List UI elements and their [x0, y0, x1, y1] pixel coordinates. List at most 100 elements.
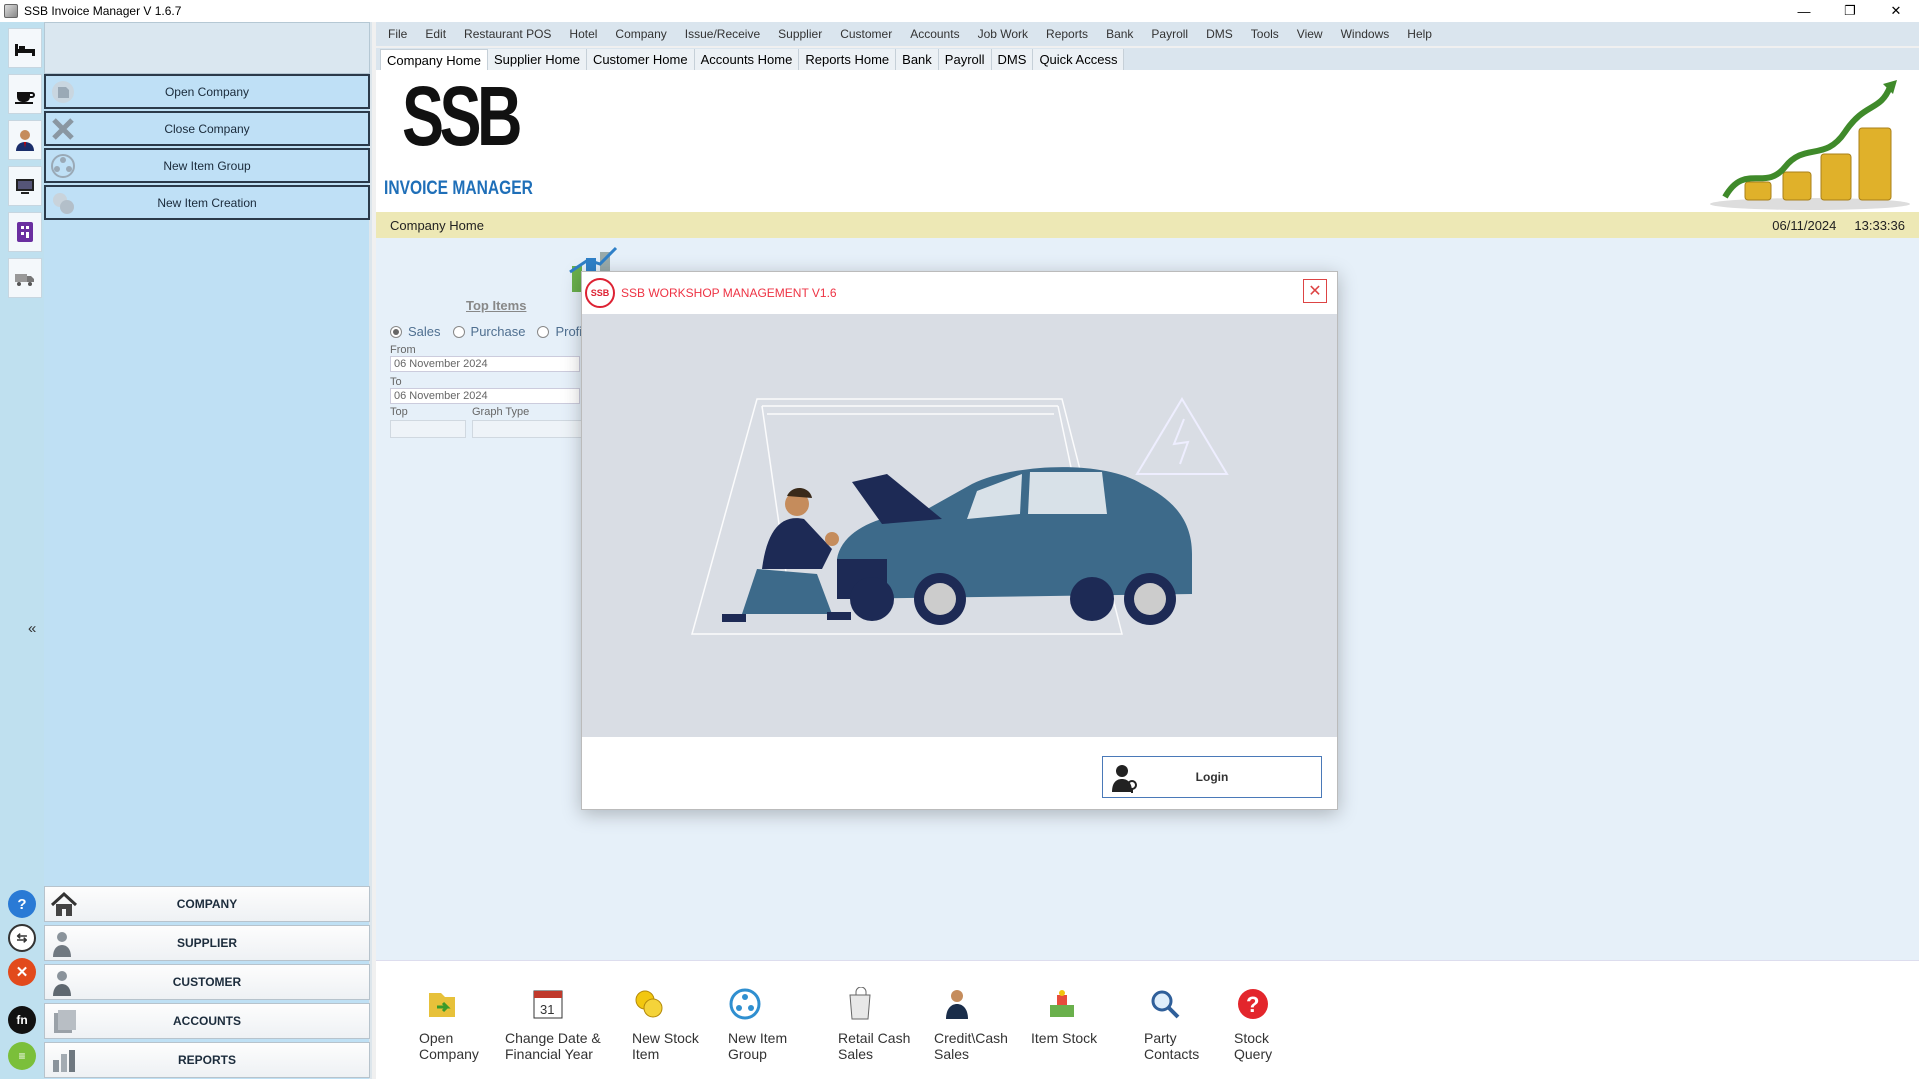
dialog-header: SSB SSB WORKSHOP MANAGEMENT V1.6 ✕ [582, 272, 1337, 314]
customer-module-button[interactable] [8, 120, 42, 160]
qa-party-contacts-line1: Party [1144, 1030, 1177, 1046]
login-button[interactable]: Login [1102, 756, 1322, 798]
tab-quick-access[interactable]: Quick Access [1033, 49, 1125, 70]
to-date-picker[interactable]: 06 November 2024 [390, 388, 580, 404]
close-button[interactable]: ✕ [1873, 0, 1919, 22]
pos-module-button[interactable] [8, 166, 42, 206]
vehicle-module-button[interactable] [8, 258, 42, 298]
new-item-creation-button[interactable]: New Item Creation [44, 185, 370, 220]
qa-change-date-line2: Financial Year [505, 1046, 593, 1062]
qa-party-contacts[interactable]: Party Contacts [1144, 987, 1199, 1062]
menu-dms[interactable]: DMS [1206, 27, 1233, 41]
top-items-link[interactable]: Top Items [466, 298, 526, 313]
menu-file[interactable]: File [388, 27, 407, 41]
menu-bank[interactable]: Bank [1106, 27, 1133, 41]
menu-payroll[interactable]: Payroll [1151, 27, 1188, 41]
radio-dot[interactable] [537, 325, 550, 338]
menu-hotel[interactable]: Hotel [569, 27, 597, 41]
help-icon[interactable]: ? [8, 890, 36, 918]
function-icon[interactable]: fn [8, 1006, 36, 1034]
collapse-panel-button[interactable]: « [28, 620, 36, 637]
minimize-button[interactable]: — [1781, 0, 1827, 22]
title-bar: SSB Invoice Manager V 1.6.7 — ❐ ✕ [0, 0, 1919, 22]
folder-arrow-icon [429, 993, 455, 1017]
radio-purchase[interactable]: Purchase [452, 324, 525, 339]
exit-icon[interactable]: ✕ [8, 958, 36, 986]
qa-retail-cash-sales[interactable]: Retail Cash Sales [838, 986, 910, 1062]
menu-reports[interactable]: Reports [1046, 27, 1088, 41]
radio-sales[interactable]: Sales [390, 324, 441, 339]
qa-retail-cash-sales-line2: Sales [838, 1046, 874, 1062]
svg-text:31: 31 [540, 1002, 554, 1017]
tab-payroll[interactable]: Payroll [938, 49, 992, 70]
qa-change-date[interactable]: 31 Change Date & Financial Year [505, 987, 601, 1062]
radio-dot[interactable] [390, 325, 402, 338]
to-label: To [390, 376, 402, 388]
logo-main-text: SSB [402, 69, 523, 163]
hotel-module-button[interactable] [8, 28, 42, 68]
qa-new-item-group[interactable]: New Item Group [728, 987, 787, 1062]
qa-open-company[interactable]: Open Company [419, 987, 479, 1062]
menu-bar: File Edit Restaurant POS Hotel Company I… [376, 22, 1919, 46]
radio-dot[interactable] [452, 325, 465, 338]
qa-item-stock[interactable]: Item Stock [1031, 987, 1097, 1046]
building-module-button[interactable] [8, 212, 42, 252]
open-company-button[interactable]: Open Company [44, 74, 370, 109]
nav-reports-button[interactable]: REPORTS [44, 1042, 370, 1078]
menu-help[interactable]: Help [1407, 27, 1432, 41]
menu-issue-receive[interactable]: Issue/Receive [685, 27, 760, 41]
qa-new-stock-item[interactable]: New Stock Item [632, 987, 699, 1062]
menu-job-work[interactable]: Job Work [978, 27, 1028, 41]
qa-stock-query[interactable]: ? Stock Query [1234, 987, 1272, 1062]
dialog-close-button[interactable]: ✕ [1303, 279, 1327, 303]
menu-company[interactable]: Company [615, 27, 666, 41]
tab-customer-home[interactable]: Customer Home [586, 49, 695, 70]
tab-bank[interactable]: Bank [896, 49, 939, 70]
menu-restaurant-pos[interactable]: Restaurant POS [464, 27, 551, 41]
from-date-picker[interactable]: 06 November 2024 [390, 356, 580, 372]
menu-accounts[interactable]: Accounts [910, 27, 959, 41]
qa-stock-query-line2: Query [1234, 1046, 1273, 1062]
qa-new-stock-item-line1: New Stock [632, 1030, 699, 1046]
close-company-button[interactable]: Close Company [44, 111, 370, 146]
menu-supplier[interactable]: Supplier [778, 27, 822, 41]
dialog-title: SSB WORKSHOP MANAGEMENT V1.6 [621, 286, 837, 300]
report-type-radios: Sales Purchase Profit [390, 324, 598, 339]
login-label: Login [1195, 770, 1229, 784]
tab-accounts-home[interactable]: Accounts Home [694, 49, 800, 70]
top-count-select[interactable] [390, 420, 466, 438]
menu-customer[interactable]: Customer [840, 27, 892, 41]
nav-accounts-button[interactable]: ACCOUNTS [44, 1003, 370, 1039]
qa-new-item-group-line1: New Item [728, 1030, 788, 1046]
new-item-group-button[interactable]: New Item Group [44, 148, 370, 183]
window-title: SSB Invoice Manager V 1.6.7 [24, 4, 182, 18]
tab-dms[interactable]: DMS [991, 49, 1034, 70]
tab-reports-home[interactable]: Reports Home [799, 49, 897, 70]
nav-supplier-button[interactable]: SUPPLIER [44, 925, 370, 961]
menu-view[interactable]: View [1297, 27, 1323, 41]
customer-icon [53, 971, 71, 996]
nav-customer-button[interactable]: CUSTOMER [44, 964, 370, 1000]
stock-box-icon [1050, 990, 1074, 1017]
nav-company-button[interactable]: COMPANY [44, 886, 370, 922]
nav-company-label: COMPANY [176, 897, 238, 911]
nav-customer-label: CUSTOMER [172, 975, 242, 989]
panel-header [44, 22, 370, 74]
radio-sales-label: Sales [408, 324, 441, 339]
restaurant-module-button[interactable] [8, 74, 42, 114]
home-icon [50, 891, 78, 916]
maximize-button[interactable]: ❐ [1827, 0, 1873, 22]
tab-supplier-home[interactable]: Supplier Home [487, 49, 587, 70]
menu-tools[interactable]: Tools [1251, 27, 1279, 41]
switch-icon[interactable]: ⇆ [8, 924, 36, 952]
radio-profit[interactable]: Profit [537, 324, 586, 339]
question-icon: ? [1238, 989, 1268, 1019]
menu-windows[interactable]: Windows [1341, 27, 1390, 41]
qa-credit-cash-sales[interactable]: Credit\Cash Sales [934, 987, 1008, 1062]
menu-edit[interactable]: Edit [425, 27, 446, 41]
shopping-bag-icon [849, 986, 871, 1020]
current-time: 13:33:36 [1854, 217, 1905, 233]
chat-icon[interactable]: ≡ [8, 1042, 36, 1070]
graph-type-select[interactable] [472, 420, 582, 438]
tab-company-home[interactable]: Company Home [380, 49, 488, 70]
